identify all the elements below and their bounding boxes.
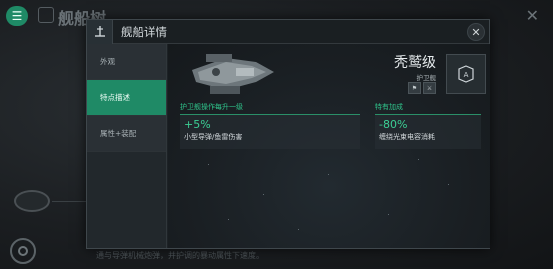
role-bonus-description: 缠绕光束电容消耗	[379, 133, 435, 141]
traits-panel: 秃鹫级 护卫舰 ⚑ ⚔ A 护卫舰操作每升一级 +5% 小型导弹/鱼雷伤害 特有…	[168, 44, 490, 248]
ship-tags: ⚑ ⚔	[408, 82, 436, 94]
skill-bonus-heading: 护卫舰操作每升一级	[180, 102, 360, 115]
gear-icon	[38, 7, 54, 23]
skill-bonus-value: +5%	[184, 118, 211, 131]
svg-text:A: A	[464, 71, 469, 79]
modal-title: 舰船详情	[121, 25, 167, 39]
menu-button[interactable]: ☰	[6, 6, 28, 26]
target-button[interactable]	[10, 238, 36, 264]
target-icon	[18, 246, 28, 256]
hamburger-menu-icon: ☰	[11, 9, 23, 23]
close-button[interactable]: ✕	[467, 23, 485, 41]
tab-traits[interactable]: 特点描述	[87, 80, 166, 116]
ship-render-image	[192, 54, 274, 94]
tab-label: 属性+装配	[100, 129, 137, 138]
skill-bonus-section: 护卫舰操作每升一级 +5% 小型导弹/鱼雷伤害	[180, 102, 360, 149]
ship-node-icon[interactable]	[14, 190, 50, 212]
tree-connector	[52, 201, 87, 202]
rank-badge-icon: A	[458, 65, 474, 83]
role-bonus-heading: 特有加成	[375, 102, 481, 115]
tab-appearance[interactable]: 外观	[87, 44, 166, 80]
skill-bonus-description: 小型导弹/鱼雷伤害	[184, 133, 243, 141]
close-icon: ✕	[471, 25, 481, 39]
role-bonus-body: -80% 缠绕光束电容消耗	[375, 115, 481, 149]
tab-label: 外观	[100, 57, 115, 66]
details-sidebar: 外观 特点描述 属性+装配	[87, 44, 167, 248]
background-footer-text: 通与导弹机械炮弹，并护调的暴动属性下速度。	[96, 251, 264, 260]
ship-name: 秃鹫级	[394, 55, 436, 71]
ship-details-modal: 舰船详情 ✕ 外观 特点描述 属性+装配 秃鹫级 护卫舰 ⚑ ⚔ A 护卫舰操作…	[86, 19, 490, 249]
modal-header: 舰船详情 ✕	[87, 20, 489, 44]
role-icon: ⚔	[423, 82, 436, 94]
ship-anchor-icon	[87, 20, 113, 44]
ship-class: 护卫舰	[416, 74, 437, 82]
skill-bonus-body: +5% 小型导弹/鱼雷伤害	[180, 115, 360, 149]
role-bonus-value: -80%	[379, 118, 408, 131]
faction-icon: ⚑	[408, 82, 421, 94]
tab-label: 特点描述	[100, 93, 130, 102]
background-close-icon[interactable]: ✕	[526, 6, 539, 25]
role-bonus-section: 特有加成 -80% 缠绕光束电容消耗	[375, 102, 481, 149]
tab-attributes-fitting[interactable]: 属性+装配	[87, 116, 166, 152]
rank-badge-button[interactable]: A	[446, 54, 486, 94]
